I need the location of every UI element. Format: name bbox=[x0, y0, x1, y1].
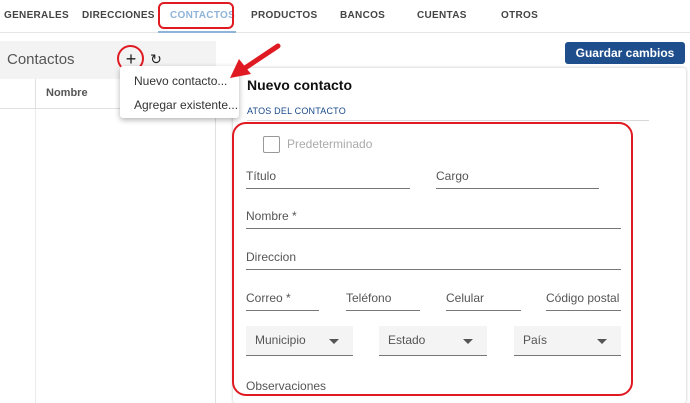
codigo-postal-label: Código postal bbox=[546, 291, 620, 305]
pais-label: País bbox=[523, 333, 548, 347]
annotation-arrow-icon bbox=[230, 43, 281, 78]
column-header-nombre[interactable]: Nombre bbox=[46, 87, 88, 99]
direccion-label: Direccion bbox=[246, 250, 297, 264]
column-divider-body bbox=[35, 109, 36, 403]
tab-contactos[interactable]: CONTACTOS bbox=[170, 10, 235, 21]
section-divider bbox=[247, 120, 649, 121]
save-button[interactable]: Guardar cambios bbox=[565, 42, 685, 64]
municipio-select[interactable]: Municipio bbox=[246, 326, 353, 356]
tab-direcciones[interactable]: DIRECCIONES bbox=[82, 10, 155, 21]
column-divider bbox=[35, 79, 36, 109]
tab-bancos[interactable]: BANCOS bbox=[340, 10, 385, 21]
celular-label: Celular bbox=[446, 291, 485, 305]
correo-label: Correo * bbox=[246, 291, 291, 305]
titulo-field[interactable]: Título bbox=[246, 165, 410, 189]
pais-select[interactable]: País bbox=[514, 326, 621, 356]
telefono-field[interactable]: Teléfono bbox=[346, 287, 420, 311]
new-contact-form: Nuevo contacto ATOS DEL CONTACTO Predete… bbox=[233, 68, 686, 403]
chevron-down-icon bbox=[463, 339, 473, 344]
add-contact-menu: Nuevo contacto... Agregar existente... bbox=[120, 66, 239, 118]
nombre-label: Nombre * bbox=[246, 209, 297, 223]
tab-otros[interactable]: OTROS bbox=[501, 10, 538, 21]
cargo-field[interactable]: Cargo bbox=[436, 165, 599, 189]
chevron-down-icon bbox=[597, 339, 607, 344]
menu-item-add-existing[interactable]: Agregar existente... bbox=[134, 98, 238, 112]
chevron-down-icon bbox=[329, 339, 339, 344]
telefono-label: Teléfono bbox=[346, 291, 392, 305]
direccion-field[interactable]: Direccion bbox=[246, 246, 621, 270]
active-tab-indicator bbox=[158, 31, 236, 33]
menu-item-new-contact[interactable]: Nuevo contacto... bbox=[134, 74, 227, 88]
cargo-label: Cargo bbox=[436, 169, 469, 183]
celular-field[interactable]: Celular bbox=[446, 287, 521, 311]
observaciones-label: Observaciones bbox=[246, 379, 327, 393]
nombre-field[interactable]: Nombre * bbox=[246, 205, 621, 229]
estado-select[interactable]: Estado bbox=[379, 326, 487, 356]
tab-cuentas[interactable]: CUENTAS bbox=[417, 10, 467, 21]
codigo-postal-field[interactable]: Código postal bbox=[546, 287, 621, 311]
titulo-label: Título bbox=[246, 169, 277, 183]
default-checkbox[interactable] bbox=[263, 136, 280, 153]
municipio-label: Municipio bbox=[255, 333, 306, 347]
tab-productos[interactable]: PRODUCTOS bbox=[251, 10, 317, 21]
estado-label: Estado bbox=[388, 333, 426, 347]
default-checkbox-label: Predeterminado bbox=[287, 137, 373, 151]
top-tab-bar: GENERALES DIRECCIONES CONTACTOS PRODUCTO… bbox=[0, 0, 690, 33]
correo-field[interactable]: Correo * bbox=[246, 287, 319, 311]
tab-generales[interactable]: GENERALES bbox=[4, 10, 69, 21]
section-label: ATOS DEL CONTACTO bbox=[247, 106, 346, 116]
contacts-panel-title: Contactos bbox=[7, 51, 75, 68]
